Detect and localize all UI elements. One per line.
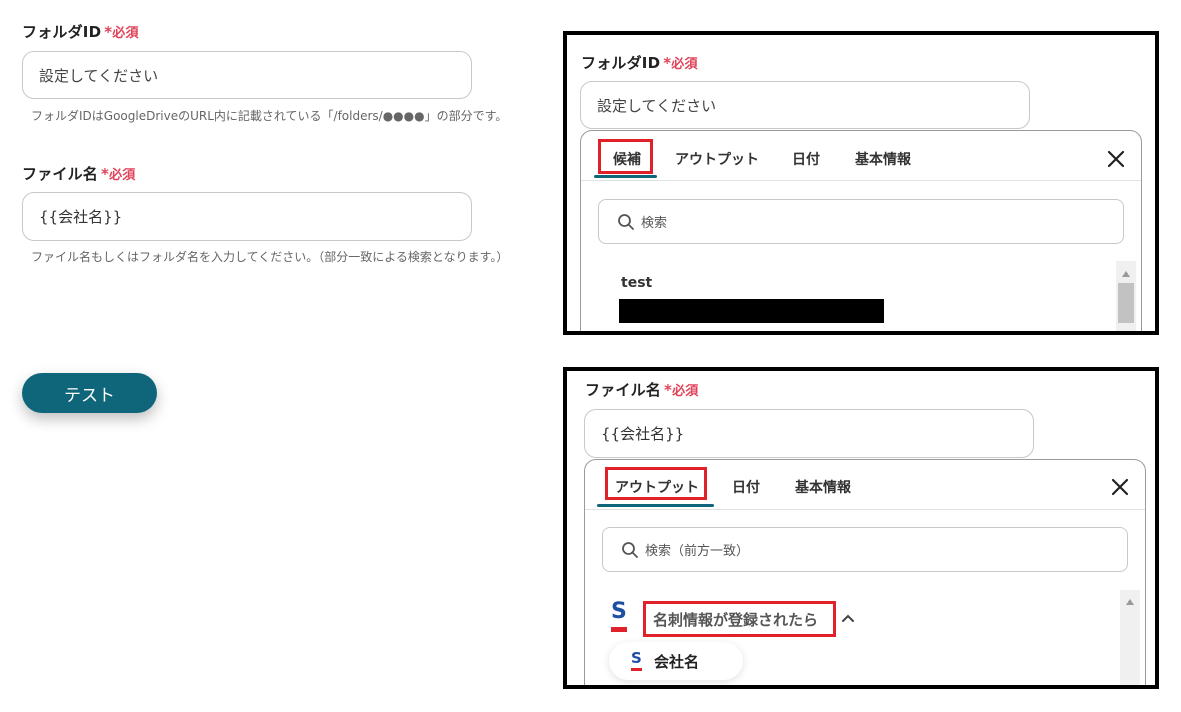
tab-basic-info[interactable]: 基本情報 <box>855 149 911 169</box>
folder-id-hint: フォルダIDはGoogleDriveのURL内に記載されている「/folders… <box>31 109 508 123</box>
close-icon[interactable] <box>1110 477 1130 497</box>
panel1-search-input[interactable]: 検索 <box>598 199 1124 244</box>
app-logo-letter: S <box>611 599 627 624</box>
tab-divider <box>581 180 1141 181</box>
required-badge: 必須 <box>109 168 136 183</box>
panel1-suggestion-dropdown: 候補 アウトプット 日付 基本情報 検索 test <box>580 130 1142 331</box>
search-placeholder: 検索（前方一致） <box>645 544 750 559</box>
folder-id-label-text: フォルダID <box>22 23 102 41</box>
file-name-dropdown-panel: ファイル名 *必須 {{会社名}} アウトプット 日付 基本情報 検索（前方一致）… <box>563 367 1159 689</box>
logo-underline <box>611 627 627 632</box>
panel1-label-text: フォルダID <box>581 54 661 72</box>
app-logo-letter: S <box>631 649 642 667</box>
tab-divider <box>585 509 1145 510</box>
panel1-folder-id-label: フォルダID *必須 <box>581 52 698 73</box>
active-tab-underline <box>597 504 714 507</box>
search-placeholder: 検索 <box>641 216 668 231</box>
file-name-hint: ファイル名もしくはフォルダ名を入力してください。（部分一致による検索となります。… <box>31 250 509 264</box>
file-name-value: {{会社名}} <box>39 208 123 226</box>
scrollbar[interactable] <box>1116 261 1136 331</box>
chevron-up-icon[interactable] <box>841 613 855 623</box>
folder-id-input[interactable]: 設定してください <box>22 51 472 99</box>
logo-underline <box>631 668 642 671</box>
tab-date[interactable]: 日付 <box>792 149 820 169</box>
tab-basic-info[interactable]: 基本情報 <box>795 477 851 497</box>
app-logo-icon: S <box>631 650 642 674</box>
panel2-file-name-input[interactable]: {{会社名}} <box>584 409 1034 458</box>
file-name-label-text: ファイル名 <box>22 165 99 183</box>
file-name-label: ファイル名 *必須 <box>22 163 135 184</box>
app-logo-icon: S <box>611 600 627 634</box>
folder-id-placeholder: 設定してください <box>39 66 159 85</box>
highlight-box <box>598 139 653 174</box>
list-item[interactable]: test <box>621 275 652 291</box>
scroll-up-arrow-icon[interactable] <box>1126 599 1134 605</box>
folder-id-label: フォルダID *必須 <box>22 21 139 42</box>
folder-id-dropdown-panel: フォルダID *必須 設定してください 候補 アウトプット 日付 基本情報 検索 … <box>563 31 1159 335</box>
search-icon <box>622 541 638 558</box>
scrollbar-thumb[interactable] <box>1118 283 1134 323</box>
required-badge: 必須 <box>112 26 139 41</box>
required-asterisk: * <box>101 165 110 183</box>
required-asterisk: * <box>664 381 673 399</box>
panel1-folder-id-input[interactable]: 設定してください <box>580 81 1030 129</box>
scrollbar[interactable] <box>1120 590 1140 685</box>
search-icon <box>618 213 634 230</box>
required-badge: 必須 <box>672 384 699 399</box>
required-badge: 必須 <box>671 57 698 72</box>
test-button[interactable]: テスト <box>22 373 157 413</box>
tab-date[interactable]: 日付 <box>732 477 760 497</box>
active-tab-underline <box>594 175 657 178</box>
tab-output[interactable]: アウトプット <box>675 149 759 169</box>
file-name-input[interactable]: {{会社名}} <box>22 192 472 241</box>
close-icon[interactable] <box>1106 149 1126 169</box>
panel1-placeholder: 設定してください <box>597 96 717 115</box>
output-item-chip[interactable]: S 会社名 <box>609 642 743 680</box>
highlight-box <box>605 467 707 500</box>
panel2-label-text: ファイル名 <box>585 381 662 399</box>
panel2-file-name-value: {{会社名}} <box>601 425 685 443</box>
group-label[interactable]: 名刺情報が登録されたら <box>653 609 818 630</box>
panel2-output-dropdown: アウトプット 日付 基本情報 検索（前方一致） S 名刺情報が登録されたら S … <box>584 459 1146 685</box>
output-item-label: 会社名 <box>654 653 700 671</box>
panel2-search-input[interactable]: 検索（前方一致） <box>602 527 1128 572</box>
scroll-up-arrow-icon[interactable] <box>1122 271 1130 277</box>
redacted-value <box>619 299 884 323</box>
panel2-file-name-label: ファイル名 *必須 <box>585 379 698 400</box>
